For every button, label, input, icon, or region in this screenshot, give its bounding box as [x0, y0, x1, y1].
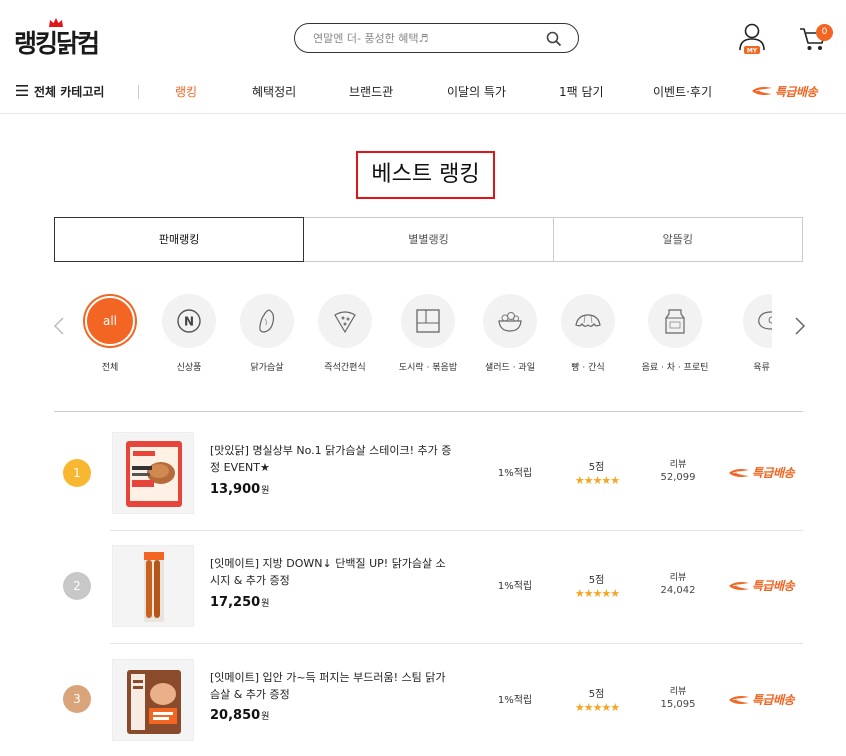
- nav-item-benefits[interactable]: 혜택정리: [252, 83, 296, 100]
- product-package-image: [113, 546, 193, 626]
- express-text: 특급배송: [752, 693, 795, 707]
- category-bread[interactable]: 빵 · 간식: [538, 294, 638, 378]
- rank-badge: 1: [63, 459, 91, 487]
- express-delivery-badge: 특급배송: [728, 464, 795, 481]
- search-bar[interactable]: [294, 23, 579, 53]
- star-rating: ★★★★★: [574, 701, 620, 714]
- express-delivery-badge: 특급배송: [728, 577, 795, 594]
- review-count: 24,042: [660, 585, 696, 596]
- express-wing-icon: [729, 695, 749, 704]
- review-label: 리뷰: [669, 460, 687, 470]
- nav-express-delivery[interactable]: 특급배송: [751, 82, 818, 100]
- nav-item-monthly-deal[interactable]: 이달의 특가: [447, 83, 506, 100]
- ranking-tabs: 판매랭킹 별별랭킹 알뜰킹: [54, 217, 803, 262]
- all-icon: all: [85, 296, 135, 346]
- price-unit: 원: [261, 599, 270, 609]
- express-wing-icon: [729, 468, 749, 477]
- all-icon-text: all: [102, 314, 118, 328]
- chevron-right-icon[interactable]: [794, 317, 806, 335]
- all-categories-button[interactable]: 전체 카테고리: [34, 83, 104, 100]
- chevron-left-icon[interactable]: [53, 317, 65, 335]
- tab-sales-ranking[interactable]: 판매랭킹: [54, 217, 305, 262]
- list-divider: [54, 411, 803, 412]
- product-name[interactable]: [잇메이트] 입안 가~득 퍼지는 부드러움! 스팀 닭가슴살 & 추가 증정: [210, 669, 455, 703]
- price-unit: 원: [261, 712, 270, 722]
- page-title: 베스트 랭킹: [356, 151, 495, 199]
- category-carousel: all 전체 N 신상품 닭가슴살 즉석간편식 도시락 · 볶음밥 샐러드 · …: [40, 292, 820, 382]
- category-label: 빵 · 간식: [571, 363, 605, 373]
- main-nav: 전체 카테고리 랭킹 혜택정리 브랜드관 이달의 특가 1팩 담기 이벤트·후기…: [0, 70, 846, 114]
- price-value: 17,250: [210, 595, 261, 610]
- rank-badge: 2: [63, 572, 91, 600]
- steak-icon: [758, 311, 772, 330]
- croissant-icon: [575, 314, 601, 327]
- express-wing-icon: [729, 581, 749, 590]
- review-count: 15,095: [660, 699, 696, 710]
- pizza-icon: [334, 311, 356, 334]
- my-page-icon[interactable]: MY: [737, 22, 767, 54]
- product-image[interactable]: [112, 659, 194, 741]
- cart-count-badge: 0: [816, 24, 833, 41]
- price-unit: 원: [261, 486, 270, 496]
- product-image[interactable]: [112, 432, 194, 514]
- star-rating: ★★★★★: [574, 474, 620, 487]
- review-score: 5점: [588, 462, 605, 473]
- category-drinks[interactable]: 음료 · 차 · 프로틴: [625, 294, 725, 378]
- product-name[interactable]: [맛있닭] 명실상부 No.1 닭가슴살 스테이크! 추가 증정 EVENT★: [210, 442, 455, 476]
- review-label: 리뷰: [669, 687, 687, 697]
- nav-item-brands[interactable]: 브랜드관: [349, 83, 393, 100]
- new-icon: N: [177, 309, 201, 333]
- my-label: MY: [747, 48, 758, 55]
- rank-badge: 3: [63, 685, 91, 713]
- review-score: 5점: [588, 575, 605, 586]
- point-rate: 1%적립: [497, 581, 533, 592]
- search-input[interactable]: [313, 30, 538, 47]
- product-price: 13,900원: [210, 482, 269, 497]
- category-meat[interactable]: 육류 · 달: [720, 294, 772, 378]
- express-delivery-badge: 특급배송: [728, 691, 795, 708]
- price-value: 20,850: [210, 708, 261, 723]
- tab-star-ranking[interactable]: 별별랭킹: [304, 217, 554, 262]
- product-price: 20,850원: [210, 708, 269, 723]
- product-image[interactable]: [112, 545, 194, 627]
- price-value: 13,900: [210, 482, 261, 497]
- milk-icon: [665, 309, 685, 334]
- category-list: all 전체 N 신상품 닭가슴살 즉석간편식 도시락 · 볶음밥 샐러드 · …: [82, 292, 772, 382]
- logo-text: 랭킹닭컴: [14, 29, 100, 58]
- tab-budget-king[interactable]: 알뜰킹: [553, 217, 803, 262]
- product-name[interactable]: [잇메이트] 지방 DOWN↓ 단백질 UP! 닭가슴살 소시지 & 추가 증정: [210, 555, 455, 589]
- product-price: 17,250원: [210, 595, 269, 610]
- point-rate: 1%적립: [497, 468, 533, 479]
- product-row[interactable]: 2 [잇메이트] 지방 DOWN↓ 단백질 UP! 닭가슴살 소시지 & 추가 …: [54, 527, 803, 640]
- lunchbox-icon: [416, 309, 440, 333]
- nav-divider: [138, 85, 139, 99]
- category-label: 육류 · 달: [753, 363, 772, 373]
- salad-icon: [498, 312, 522, 332]
- nav-item-one-pack[interactable]: 1팩 담기: [559, 83, 604, 100]
- express-text: 특급배송: [775, 84, 818, 99]
- review-count: 52,099: [660, 472, 696, 483]
- review-score: 5점: [588, 689, 605, 700]
- product-package-image: [113, 433, 193, 513]
- star-rating: ★★★★★: [574, 587, 620, 600]
- product-row[interactable]: 1 [맛있닭] 명실상부 No.1 닭가슴살 스테이크! 추가 증정 EVENT…: [54, 413, 803, 526]
- express-text: 특급배송: [752, 466, 795, 480]
- new-icon-text: N: [184, 315, 194, 329]
- search-icon[interactable]: [546, 31, 562, 47]
- point-rate: 1%적립: [497, 695, 533, 706]
- product-row[interactable]: 3 [잇메이트] 입안 가~득 퍼지는 부드러움! 스팀 닭가슴살 & 추가 증…: [54, 641, 803, 754]
- express-text: 특급배송: [752, 579, 795, 593]
- site-logo[interactable]: 랭킹닭컴: [14, 18, 114, 58]
- nav-item-ranking[interactable]: 랭킹: [175, 83, 197, 100]
- hamburger-menu-icon[interactable]: [16, 85, 28, 96]
- nav-item-events[interactable]: 이벤트·후기: [653, 83, 712, 100]
- category-label: 음료 · 차 · 프로틴: [641, 363, 709, 373]
- product-package-image: [113, 660, 193, 740]
- review-label: 리뷰: [669, 573, 687, 583]
- chicken-breast-icon: [259, 309, 275, 333]
- express-wing-icon: [752, 87, 772, 95]
